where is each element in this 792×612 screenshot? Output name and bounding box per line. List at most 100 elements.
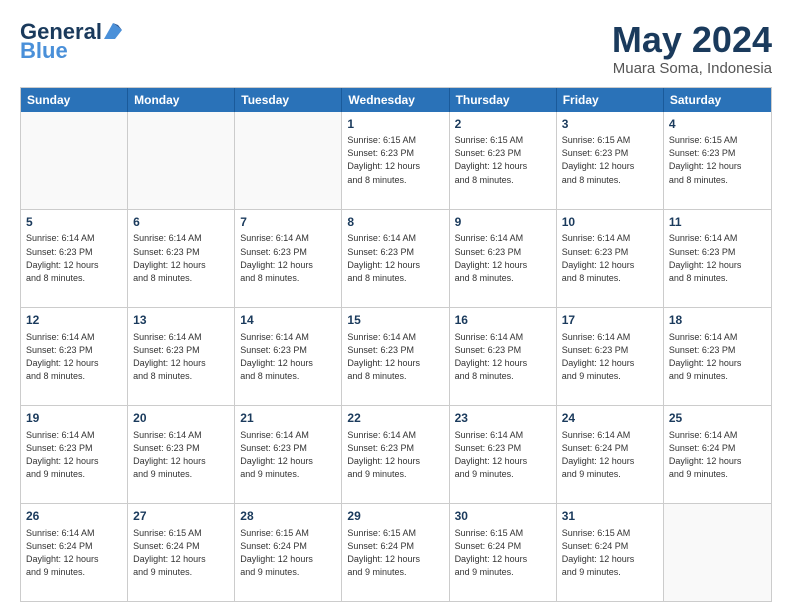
- day-number: 21: [240, 410, 336, 427]
- day-number: 8: [347, 214, 443, 231]
- day-info: Sunrise: 6:14 AMSunset: 6:23 PMDaylight:…: [347, 429, 443, 481]
- day-info: Sunrise: 6:15 AMSunset: 6:24 PMDaylight:…: [455, 527, 551, 579]
- day-number: 22: [347, 410, 443, 427]
- day-number: 4: [669, 116, 766, 133]
- day-number: 19: [26, 410, 122, 427]
- calendar-cell: 20 Sunrise: 6:14 AMSunset: 6:23 PMDayligh…: [128, 406, 235, 503]
- day-info: Sunrise: 6:14 AMSunset: 6:23 PMDaylight:…: [133, 429, 229, 481]
- calendar-week-3: 12 Sunrise: 6:14 AMSunset: 6:23 PMDayligh…: [21, 308, 771, 406]
- day-info: Sunrise: 6:14 AMSunset: 6:23 PMDaylight:…: [133, 232, 229, 284]
- day-number: 10: [562, 214, 658, 231]
- day-number: 23: [455, 410, 551, 427]
- day-info: Sunrise: 6:14 AMSunset: 6:23 PMDaylight:…: [669, 232, 766, 284]
- calendar-week-5: 26Sunrise: 6:14 AMSunset: 6:24 PMDayligh…: [21, 504, 771, 601]
- day-number: 18: [669, 312, 766, 329]
- day-info: Sunrise: 6:15 AMSunset: 6:23 PMDaylight:…: [455, 134, 551, 186]
- day-info: Sunrise: 6:14 AMSunset: 6:23 PMDaylight:…: [133, 331, 229, 383]
- calendar-cell: 9Sunrise: 6:14 AMSunset: 6:23 PMDaylight…: [450, 210, 557, 307]
- day-info: Sunrise: 6:15 AMSunset: 6:23 PMDaylight:…: [347, 134, 443, 186]
- logo-blue: Blue: [20, 39, 122, 62]
- header: General Blue May 2024 Muara Soma, Indone…: [20, 20, 772, 77]
- day-info: Sunrise: 6:14 AMSunset: 6:24 PMDaylight:…: [669, 429, 766, 481]
- day-info: Sunrise: 6:14 AMSunset: 6:23 PMDaylight:…: [26, 232, 122, 284]
- day-number: 3: [562, 116, 658, 133]
- day-info: Sunrise: 6:15 AMSunset: 6:23 PMDaylight:…: [669, 134, 766, 186]
- calendar-cell: 8Sunrise: 6:14 AMSunset: 6:23 PMDaylight…: [342, 210, 449, 307]
- calendar-week-2: 5Sunrise: 6:14 AMSunset: 6:23 PMDaylight…: [21, 210, 771, 308]
- day-number: 6: [133, 214, 229, 231]
- calendar-cell: 3Sunrise: 6:15 AMSunset: 6:23 PMDaylight…: [557, 112, 664, 209]
- day-number: 25: [669, 410, 766, 427]
- title-area: May 2024 Muara Soma, Indonesia: [612, 20, 772, 77]
- day-info: Sunrise: 6:14 AMSunset: 6:23 PMDaylight:…: [347, 232, 443, 284]
- calendar-cell: 14Sunrise: 6:14 AMSunset: 6:23 PMDayligh…: [235, 308, 342, 405]
- day-number: 7: [240, 214, 336, 231]
- calendar-cell: 23 Sunrise: 6:14 AMSunset: 6:23 PMDayligh…: [450, 406, 557, 503]
- calendar-cell: 30 Sunrise: 6:15 AMSunset: 6:24 PMDayligh…: [450, 504, 557, 601]
- header-cell-wednesday: Wednesday: [342, 88, 449, 112]
- calendar-cell: [128, 112, 235, 209]
- logo-bird-icon: [104, 21, 122, 39]
- day-info: Sunrise: 6:14 AMSunset: 6:23 PMDaylight:…: [26, 429, 122, 481]
- header-cell-thursday: Thursday: [450, 88, 557, 112]
- day-number: 11: [669, 214, 766, 231]
- calendar-cell: 21 Sunrise: 6:14 AMSunset: 6:23 PMDayligh…: [235, 406, 342, 503]
- day-info: Sunrise: 6:14 AMSunset: 6:23 PMDaylight:…: [347, 331, 443, 383]
- calendar-cell: 13 Sunrise: 6:14 AMSunset: 6:23 PMDayligh…: [128, 308, 235, 405]
- day-info: Sunrise: 6:14 AMSunset: 6:23 PMDaylight:…: [669, 331, 766, 383]
- location: Muara Soma, Indonesia: [612, 60, 772, 77]
- header-cell-friday: Friday: [557, 88, 664, 112]
- calendar-cell: 24Sunrise: 6:14 AMSunset: 6:24 PMDayligh…: [557, 406, 664, 503]
- calendar-cell: 29 Sunrise: 6:15 AMSunset: 6:24 PMDayligh…: [342, 504, 449, 601]
- calendar-cell: 2Sunrise: 6:15 AMSunset: 6:23 PMDaylight…: [450, 112, 557, 209]
- calendar-cell: 18 Sunrise: 6:14 AMSunset: 6:23 PMDayligh…: [664, 308, 771, 405]
- calendar-cell: 11Sunrise: 6:14 AMSunset: 6:23 PMDayligh…: [664, 210, 771, 307]
- day-number: 31: [562, 508, 658, 525]
- logo: General Blue: [20, 20, 122, 62]
- calendar-cell: [235, 112, 342, 209]
- header-cell-saturday: Saturday: [664, 88, 771, 112]
- calendar-cell: 1Sunrise: 6:15 AMSunset: 6:23 PMDaylight…: [342, 112, 449, 209]
- calendar: SundayMondayTuesdayWednesdayThursdayFrid…: [20, 87, 772, 602]
- calendar-cell: 7Sunrise: 6:14 AMSunset: 6:23 PMDaylight…: [235, 210, 342, 307]
- calendar-week-1: 1Sunrise: 6:15 AMSunset: 6:23 PMDaylight…: [21, 112, 771, 210]
- calendar-cell: 6Sunrise: 6:14 AMSunset: 6:23 PMDaylight…: [128, 210, 235, 307]
- calendar-cell: [21, 112, 128, 209]
- calendar-cell: 17Sunrise: 6:14 AMSunset: 6:23 PMDayligh…: [557, 308, 664, 405]
- day-info: Sunrise: 6:15 AMSunset: 6:24 PMDaylight:…: [240, 527, 336, 579]
- calendar-cell: 4Sunrise: 6:15 AMSunset: 6:23 PMDaylight…: [664, 112, 771, 209]
- calendar-cell: 22 Sunrise: 6:14 AMSunset: 6:23 PMDayligh…: [342, 406, 449, 503]
- calendar-cell: [664, 504, 771, 601]
- day-info: Sunrise: 6:14 AMSunset: 6:24 PMDaylight:…: [26, 527, 122, 579]
- day-number: 20: [133, 410, 229, 427]
- calendar-cell: 19 Sunrise: 6:14 AMSunset: 6:23 PMDayligh…: [21, 406, 128, 503]
- day-number: 30: [455, 508, 551, 525]
- day-number: 13: [133, 312, 229, 329]
- day-info: Sunrise: 6:14 AMSunset: 6:23 PMDaylight:…: [240, 232, 336, 284]
- day-number: 1: [347, 116, 443, 133]
- day-info: Sunrise: 6:15 AMSunset: 6:24 PMDaylight:…: [562, 527, 658, 579]
- calendar-cell: 26Sunrise: 6:14 AMSunset: 6:24 PMDayligh…: [21, 504, 128, 601]
- day-info: Sunrise: 6:14 AMSunset: 6:23 PMDaylight:…: [455, 429, 551, 481]
- header-cell-sunday: Sunday: [21, 88, 128, 112]
- day-number: 12: [26, 312, 122, 329]
- header-cell-monday: Monday: [128, 88, 235, 112]
- day-number: 2: [455, 116, 551, 133]
- day-number: 5: [26, 214, 122, 231]
- day-info: Sunrise: 6:14 AMSunset: 6:23 PMDaylight:…: [562, 331, 658, 383]
- page: General Blue May 2024 Muara Soma, Indone…: [0, 0, 792, 612]
- day-number: 28: [240, 508, 336, 525]
- day-info: Sunrise: 6:14 AMSunset: 6:23 PMDaylight:…: [26, 331, 122, 383]
- calendar-cell: 12 Sunrise: 6:14 AMSunset: 6:23 PMDayligh…: [21, 308, 128, 405]
- calendar-cell: 25 Sunrise: 6:14 AMSunset: 6:24 PMDayligh…: [664, 406, 771, 503]
- day-info: Sunrise: 6:15 AMSunset: 6:24 PMDaylight:…: [347, 527, 443, 579]
- day-number: 29: [347, 508, 443, 525]
- day-info: Sunrise: 6:14 AMSunset: 6:23 PMDaylight:…: [240, 429, 336, 481]
- calendar-cell: 5Sunrise: 6:14 AMSunset: 6:23 PMDaylight…: [21, 210, 128, 307]
- day-number: 14: [240, 312, 336, 329]
- calendar-cell: 31 Sunrise: 6:15 AMSunset: 6:24 PMDayligh…: [557, 504, 664, 601]
- calendar-body: 1Sunrise: 6:15 AMSunset: 6:23 PMDaylight…: [21, 112, 771, 601]
- day-info: Sunrise: 6:14 AMSunset: 6:23 PMDaylight:…: [455, 331, 551, 383]
- calendar-cell: 15Sunrise: 6:14 AMSunset: 6:23 PMDayligh…: [342, 308, 449, 405]
- day-number: 27: [133, 508, 229, 525]
